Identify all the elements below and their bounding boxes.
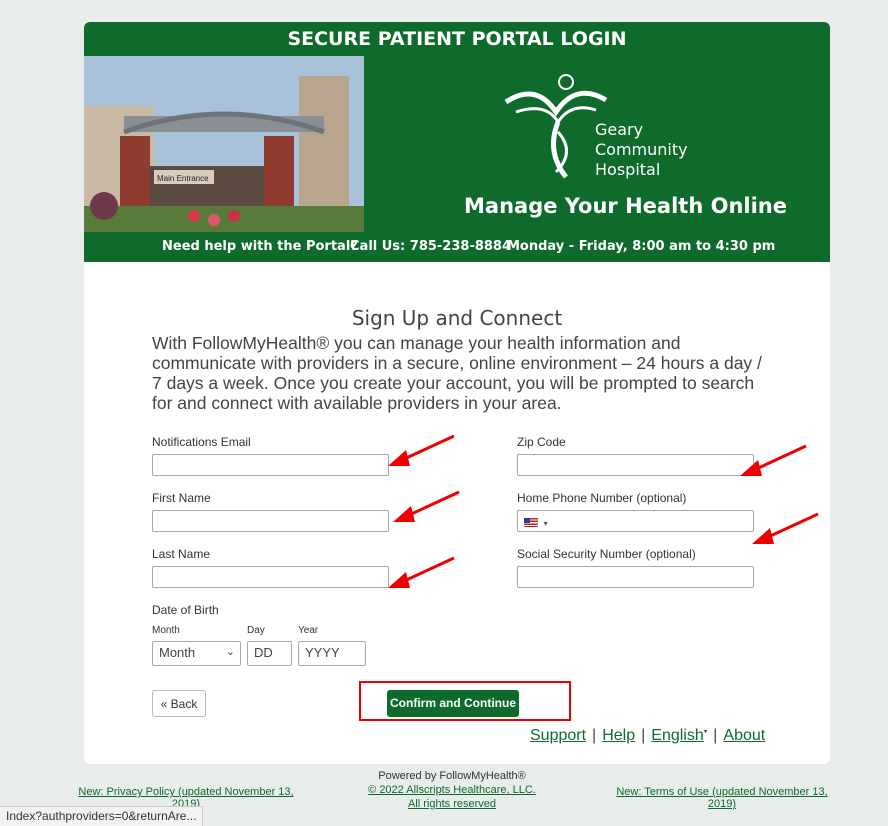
- email-label: Notifications Email: [152, 435, 251, 449]
- browser-status-url: Index?authproviders=0&returnAre...: [0, 806, 204, 826]
- help-hours: Monday - Friday, 8:00 am to 4:30 pm: [507, 239, 776, 254]
- phone-label: Home Phone Number (optional): [517, 491, 687, 505]
- us-flag-icon[interactable]: [524, 518, 538, 527]
- chevron-down-icon: ⌄: [225, 646, 235, 658]
- footer-links: Support | Help | English▾ | About: [530, 727, 765, 745]
- dob-label: Date of Birth: [152, 603, 219, 617]
- form-intro: With FollowMyHealth® you can manage your…: [152, 333, 762, 413]
- hospital-photo: Main Entrance: [84, 56, 364, 232]
- portal-banner: SECURE PATIENT PORTAL LOGIN Main Entranc…: [84, 22, 830, 262]
- first-name-label: First Name: [152, 491, 211, 505]
- banner-title: SECURE PATIENT PORTAL LOGIN: [287, 28, 627, 50]
- day-field[interactable]: DD: [247, 641, 292, 666]
- month-select-value: Month: [159, 645, 196, 660]
- help-bar: Need help with the Portal? Call Us: 785-…: [84, 232, 830, 262]
- annotation-arrow-icon: [388, 434, 455, 466]
- entrance-sign: Main Entrance: [157, 174, 209, 183]
- annotation-arrow-icon: [752, 512, 819, 544]
- hospital-logo-text: Geary Community Hospital: [595, 120, 688, 180]
- ssn-field[interactable]: [517, 566, 754, 588]
- last-name-label: Last Name: [152, 547, 211, 561]
- country-dropdown-icon: ▾: [543, 519, 548, 528]
- terms-of-use-link[interactable]: New: Terms of Use (updated November 13, …: [616, 786, 827, 810]
- confirm-continue-button[interactable]: Confirm and Continue: [387, 690, 519, 717]
- last-name-field[interactable]: [152, 566, 389, 588]
- form-title: Sign Up and Connect: [351, 306, 563, 330]
- annotation-arrow-icon: [388, 556, 455, 588]
- separator: |: [592, 727, 597, 744]
- help-phone: Call Us: 785-238-8884: [350, 239, 512, 254]
- month-select[interactable]: Month ⌄: [152, 641, 241, 666]
- about-link[interactable]: About: [723, 727, 765, 744]
- banner-tagline: Manage Your Health Online: [464, 194, 787, 218]
- help-text: Need help with the Portal?: [162, 239, 358, 254]
- terms-wrap: New: Terms of Use (updated November 13, …: [606, 786, 838, 810]
- language-link[interactable]: English: [651, 727, 703, 744]
- logo-line-1: Geary: [595, 120, 644, 139]
- annotation-arrow-icon: [393, 490, 460, 522]
- portal-card: SECURE PATIENT PORTAL LOGIN Main Entranc…: [84, 22, 830, 764]
- support-link[interactable]: Support: [530, 727, 586, 744]
- email-field[interactable]: [152, 454, 389, 476]
- powered-by-block: Powered by FollowMyHealth® © 2022 Allscr…: [344, 770, 560, 810]
- powered-by-text: Powered by FollowMyHealth®: [378, 770, 526, 782]
- month-label: Month: [152, 625, 180, 636]
- language-dropdown-icon[interactable]: ▾: [704, 729, 708, 736]
- ssn-label: Social Security Number (optional): [517, 547, 696, 561]
- first-name-field[interactable]: [152, 510, 389, 532]
- copyright-link[interactable]: © 2022 Allscripts Healthcare, LLC.: [368, 784, 536, 796]
- separator: |: [713, 727, 718, 744]
- separator: |: [641, 727, 646, 744]
- back-button[interactable]: « Back: [152, 690, 206, 717]
- annotation-arrow-icon: [740, 444, 807, 476]
- logo-line-3: Hospital: [595, 160, 661, 179]
- logo-line-2: Community: [595, 140, 688, 159]
- year-label: Year: [298, 625, 319, 636]
- zip-label: Zip Code: [517, 435, 566, 449]
- phone-field[interactable]: ▾: [517, 510, 754, 532]
- zip-field[interactable]: [517, 454, 754, 476]
- year-field[interactable]: YYYY: [298, 641, 366, 666]
- rights-link[interactable]: All rights reserved: [408, 798, 496, 810]
- day-label: Day: [247, 625, 265, 636]
- help-link[interactable]: Help: [602, 727, 635, 744]
